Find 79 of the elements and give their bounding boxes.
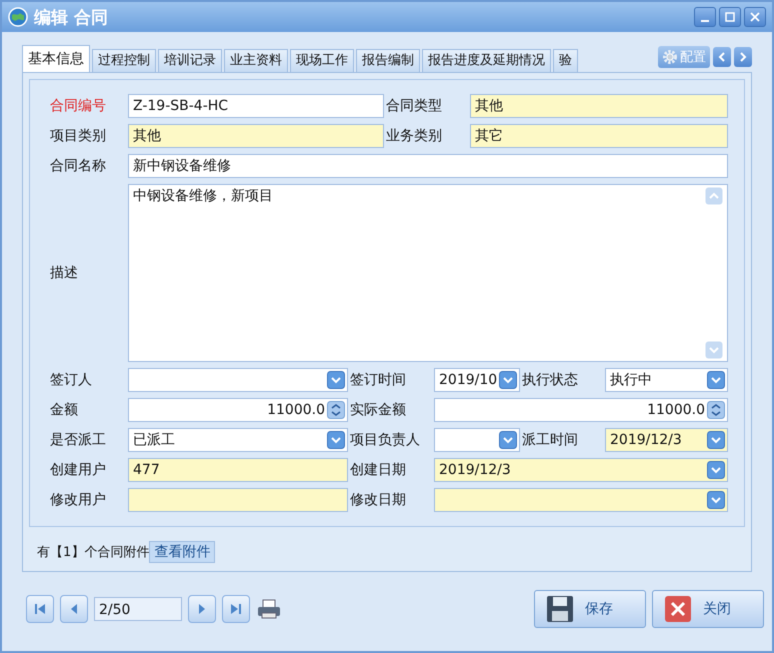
tab[interactable]: 现场工作 [290,49,354,72]
dropdown-icon[interactable] [707,431,725,449]
dropdown-icon[interactable] [499,431,517,449]
chevron-right-icon [739,52,747,62]
first-record-button[interactable] [26,595,54,623]
view-attachments-button[interactable]: 查看附件 [149,541,216,563]
dropdown-field[interactable]: 已派工 [128,428,348,452]
dropdown-icon[interactable] [499,371,518,389]
dropdown-icon[interactable] [707,491,725,509]
dropdown-field[interactable]: 2019/12/3 [434,458,728,482]
field-label: 是否派工 [49,431,107,449]
dropdown-field[interactable]: 2019/12/3 [605,428,728,452]
record-position-field[interactable]: 2/50 [94,597,182,621]
input-field[interactable] [128,488,348,512]
field-label: 项目负责人 [349,431,421,449]
dropdown-icon[interactable] [707,461,725,479]
dropdown-field[interactable] [128,368,348,392]
field-label: 创建用户 [49,461,107,479]
tab[interactable]: 培训记录 [158,49,222,72]
close-icon [750,12,760,22]
tab[interactable]: 过程控制 [92,49,156,72]
number-field[interactable]: 11000.0 [434,398,728,422]
maximize-button[interactable] [719,7,741,27]
tab[interactable]: 验 [553,49,578,72]
field-label: 创建日期 [349,461,407,479]
field-label: 合同名称 [49,157,107,175]
field-label: 签订时间 [349,371,407,389]
dropdown-icon[interactable] [707,371,725,389]
maximize-icon [725,12,735,22]
printer-icon[interactable] [256,598,282,620]
attachment-count: 有【1】个合同附件 [37,544,150,561]
tab[interactable]: 业主资料 [224,49,288,72]
field-label: 合同类型 [385,97,443,115]
spin-icon[interactable] [707,401,725,419]
save-button[interactable]: 保存 [534,590,646,628]
globe-icon [8,7,28,27]
input-field[interactable]: 新中钢设备维修 [128,154,728,178]
dropdown-field[interactable] [434,488,728,512]
input-field[interactable]: 其它 [470,124,728,148]
close-button[interactable] [744,7,766,27]
field-label: 修改用户 [49,491,107,509]
last-record-button[interactable] [222,595,250,623]
input-field[interactable]: 其他 [128,124,384,148]
field-label: 项目类别 [49,127,107,145]
field-label: 描述 [49,264,79,282]
field-label: 实际金额 [349,401,407,419]
field-label: 修改日期 [349,491,407,509]
dropdown-field[interactable]: 执行中 [605,368,728,392]
field-label: 合同编号 [49,97,107,115]
minimize-button[interactable] [694,7,716,27]
next-record-button[interactable] [188,595,216,623]
dropdown-icon[interactable] [327,371,345,389]
close-icon [663,594,693,624]
tab[interactable]: 基本信息 [22,45,90,72]
gear-icon [662,49,678,65]
window-title: 编辑 合同 [34,6,108,28]
field-label: 执行状态 [521,371,579,389]
close-button[interactable]: 关闭 [652,590,764,628]
spin-icon[interactable] [327,401,345,419]
previous-record-button[interactable] [60,595,88,623]
chevron-left-icon [718,52,726,62]
last-icon [229,602,243,616]
field-label: 金额 [49,401,79,419]
scroll-left-button[interactable] [713,47,731,67]
tab[interactable]: 报告进度及延期情况 [422,49,551,72]
input-field[interactable]: 477 [128,458,348,482]
field-label: 签订人 [49,371,93,389]
dropdown-field[interactable]: 2019/10 [434,368,520,392]
first-icon [33,602,47,616]
number-field[interactable]: 11000.0 [128,398,348,422]
dropdown-field[interactable] [434,428,520,452]
tab[interactable]: 报告编制 [356,49,420,72]
field-label: 派工时间 [521,431,579,449]
field-label: 业务类别 [385,127,443,145]
input-field[interactable]: 其他 [470,94,728,118]
minimize-icon [701,20,709,22]
scroll-right-button[interactable] [734,47,752,67]
dropdown-icon[interactable] [327,431,345,449]
input-field[interactable]: Z-19-SB-4-HC [128,94,384,118]
